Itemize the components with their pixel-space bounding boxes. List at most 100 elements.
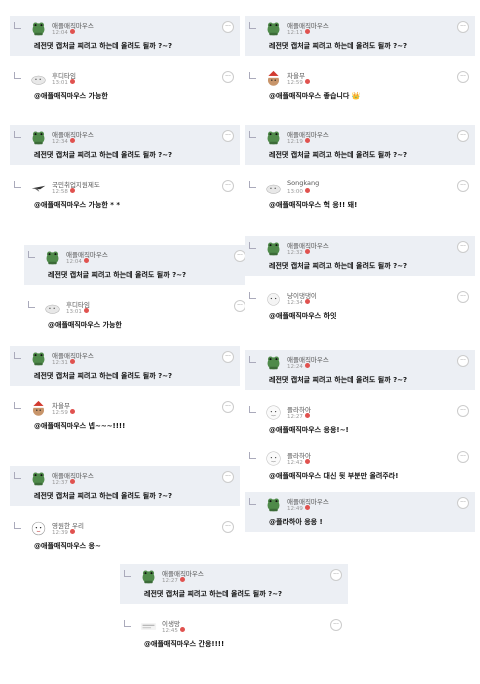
- comment-text: 레전댓 캡처글 찌려고 하는데 올려도 될까 ?~?: [34, 42, 173, 50]
- frog-avatar-icon[interactable]: [30, 470, 47, 487]
- timestamp: 13:00: [287, 188, 310, 195]
- frog-avatar-icon[interactable]: [30, 129, 47, 146]
- more-options-button[interactable]: ···: [457, 451, 469, 463]
- more-options-button[interactable]: ···: [222, 71, 234, 83]
- reply-corner-icon: [249, 22, 256, 29]
- author-name[interactable]: 이생망: [162, 618, 180, 628]
- timestamp-text: 12:59: [287, 80, 303, 86]
- timestamp-text: 12:59: [52, 410, 68, 416]
- author-name[interactable]: 국민취업지원제도: [52, 179, 100, 189]
- ghost-avatar-icon[interactable]: [265, 179, 282, 196]
- ghost-avatar-icon[interactable]: [44, 299, 61, 316]
- more-options-button[interactable]: ···: [457, 180, 469, 192]
- author-name[interactable]: 차을무: [287, 70, 305, 80]
- face-avatar-icon[interactable]: [265, 450, 282, 467]
- more-options-button[interactable]: ···: [457, 405, 469, 417]
- reply-corner-icon: [124, 620, 131, 627]
- comment-row: 애플매직마우스 12:04 레전댓 캡처글 찌려고 하는데 올려도 될까 ?~? ··…: [10, 16, 240, 56]
- comment-text: 레전댓 캡처글 찌려고 하는데 올려도 될까 ?~?: [48, 271, 187, 279]
- ghost-avatar-icon[interactable]: [30, 70, 47, 87]
- more-options-button[interactable]: ···: [457, 291, 469, 303]
- more-options-button[interactable]: ···: [457, 355, 469, 367]
- comment-card-1: 애플매직마우스 12:04 레전댓 캡처글 찌려고 하는데 올려도 될까 ?~? ··…: [10, 16, 240, 110]
- timestamp: 12:37: [52, 479, 75, 486]
- frog-avatar-icon[interactable]: [265, 20, 282, 37]
- new-badge-icon: [304, 299, 310, 304]
- more-options-button[interactable]: ···: [330, 619, 342, 631]
- new-badge-icon: [83, 308, 89, 313]
- more-options-button[interactable]: ···: [222, 21, 234, 33]
- timestamp: 12:42: [287, 459, 310, 466]
- comment-row: 애플매직마우스 12:34 레전댓 캡처글 찌려고 하는데 올려도 될까 ?~? ··…: [10, 125, 240, 165]
- more-options-button[interactable]: ···: [222, 180, 234, 192]
- text-avatar-icon[interactable]: [140, 618, 157, 635]
- more-options-button[interactable]: ···: [457, 21, 469, 33]
- plane-avatar-icon[interactable]: [30, 179, 47, 196]
- comment-text: @애플매직마우스 가능한 * *: [34, 201, 121, 209]
- timestamp: 13:01: [66, 308, 89, 315]
- author-name[interactable]: 차을무: [52, 400, 70, 410]
- baby-avatar-icon[interactable]: [30, 520, 47, 537]
- author-name[interactable]: 냥이댕댕이: [287, 290, 317, 300]
- reply-corner-icon: [14, 402, 21, 409]
- frog-avatar-icon[interactable]: [265, 129, 282, 146]
- comment-card-8: 애플매직마우스 12:24 레전댓 캡처글 찌려고 하는데 올려도 될까 ?~? ··…: [245, 350, 475, 538]
- author-name[interactable]: 영원한 우리: [52, 520, 84, 530]
- face-avatar-icon[interactable]: [265, 404, 282, 421]
- timestamp: 12:11: [287, 29, 310, 36]
- reply-corner-icon: [28, 251, 35, 258]
- reply-corner-icon: [14, 472, 21, 479]
- new-badge-icon: [304, 188, 310, 193]
- frog-avatar-icon[interactable]: [265, 240, 282, 257]
- comment-text: 레전댓 캡처글 찌려고 하는데 올려도 될까 ?~?: [269, 376, 408, 384]
- new-badge-icon: [304, 363, 310, 368]
- more-options-button[interactable]: ···: [457, 130, 469, 142]
- comment-row: 애플매직마우스 12:32 레전댓 캡처글 찌려고 하는데 올려도 될까 ?~? ··…: [245, 236, 475, 276]
- author-name[interactable]: Songkang: [287, 179, 319, 187]
- timestamp: 12:31: [52, 359, 75, 366]
- reply-corner-icon: [249, 181, 256, 188]
- more-options-button[interactable]: ···: [222, 401, 234, 413]
- more-options-button[interactable]: ···: [222, 471, 234, 483]
- frog-avatar-icon[interactable]: [265, 496, 282, 513]
- timestamp-text: 13:00: [287, 189, 303, 195]
- comment-text: 레전댓 캡처글 찌려고 하는데 올려도 될까 ?~?: [34, 372, 173, 380]
- comment-row: 애플매직마우스 12:27 레전댓 캡처글 찌려고 하는데 올려도 될까 ?~? ··…: [120, 564, 348, 604]
- more-options-button[interactable]: ···: [457, 241, 469, 253]
- reply-corner-icon: [249, 242, 256, 249]
- timestamp-text: 12:24: [287, 364, 303, 370]
- comment-card-9: 애플매직마우스 12:37 레전댓 캡처글 찌려고 하는데 올려도 될까 ?~? ··…: [10, 466, 240, 560]
- frog-avatar-icon[interactable]: [265, 354, 282, 371]
- more-options-button[interactable]: ···: [222, 521, 234, 533]
- reply-corner-icon: [14, 181, 21, 188]
- new-badge-icon: [69, 409, 75, 414]
- timestamp: 12:04: [52, 29, 75, 36]
- reply-row: 차을무 12:59 @애플매직마우스 넵~~~!!!! ···: [10, 396, 240, 436]
- timestamp: 12:19: [287, 138, 310, 145]
- frog-avatar-icon[interactable]: [140, 568, 157, 585]
- frog-avatar-icon[interactable]: [30, 20, 47, 37]
- comment-row: 애플매직마우스 12:37 레전댓 캡처글 찌려고 하는데 올려도 될까 ?~? ··…: [10, 466, 240, 506]
- new-badge-icon: [69, 359, 75, 364]
- timestamp-text: 12:45: [162, 628, 178, 634]
- cat-avatar-icon[interactable]: [265, 290, 282, 307]
- more-options-button[interactable]: ···: [457, 71, 469, 83]
- timestamp-text: 12:11: [287, 30, 303, 36]
- frog-avatar-icon[interactable]: [44, 249, 61, 266]
- timestamp-text: 13:01: [52, 80, 68, 86]
- santa-avatar-icon[interactable]: [30, 400, 47, 417]
- comment-card-6: 애플매직마우스 12:32 레전댓 캡처글 찌려고 하는데 올려도 될까 ?~? ··…: [245, 236, 475, 330]
- more-options-button[interactable]: ···: [457, 497, 469, 509]
- comment-text: 레전댓 캡처글 찌려고 하는데 올려도 될까 ?~?: [144, 590, 283, 598]
- santa-avatar-icon[interactable]: [265, 70, 282, 87]
- timestamp: 12:34: [287, 299, 310, 306]
- more-options-button[interactable]: ···: [222, 351, 234, 363]
- timestamp: 12:58: [52, 188, 75, 195]
- timestamp-text: 12:49: [287, 506, 303, 512]
- more-options-button[interactable]: ···: [222, 130, 234, 142]
- frog-avatar-icon[interactable]: [30, 350, 47, 367]
- comment-card-2: 애플매직마우스 12:11 레전댓 캡처글 찌려고 하는데 올려도 될까 ?~? ··…: [245, 16, 475, 110]
- comment-text: @애플매직마우스 넵~~~!!!!: [34, 422, 126, 430]
- comment-text: @애플매직마우스 좋습니다 👑: [269, 92, 361, 100]
- more-options-button[interactable]: ···: [330, 569, 342, 581]
